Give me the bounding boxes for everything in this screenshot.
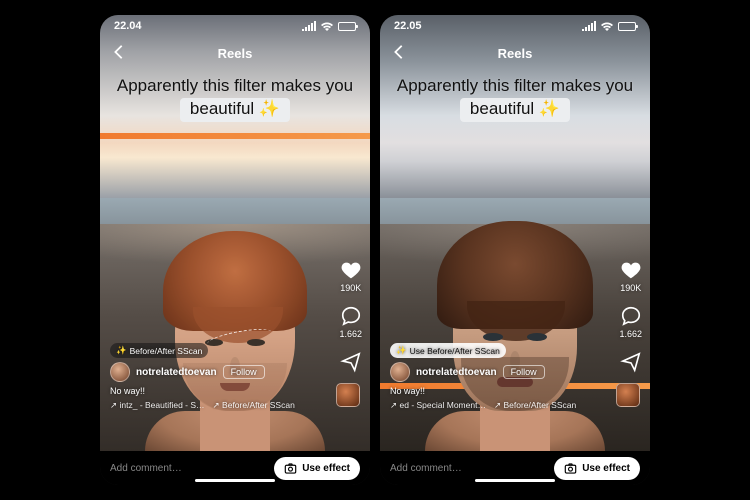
caption-pill: beautiful ✨	[180, 98, 290, 121]
avatar[interactable]	[110, 362, 130, 382]
wifi-icon	[320, 21, 334, 31]
comment-button[interactable]: 1.662	[339, 305, 362, 339]
home-indicator[interactable]	[475, 479, 555, 482]
status-time: 22.04	[114, 20, 142, 32]
like-button[interactable]: 190K	[620, 259, 642, 293]
effect-track[interactable]: ↗ Before/After SScan	[213, 400, 295, 411]
status-bar: 22.05	[380, 15, 650, 37]
audio-track[interactable]: ↗ intz_ - Beautified - S…	[110, 400, 205, 411]
effect-track[interactable]: ↗ Before/After SScan	[494, 400, 576, 411]
camera-icon	[284, 462, 297, 475]
header-title: Reels	[498, 46, 533, 61]
reel-metadata: ✨ Use Before/After SScan notrelatedtoeva…	[390, 343, 600, 411]
audio-track[interactable]: ↗ ed - Special Moment…	[390, 400, 486, 411]
effect-chip[interactable]: ✨ Before/After SScan	[110, 343, 208, 358]
reel-viewport[interactable]: Apparently this filter makes you beautif…	[100, 15, 370, 451]
back-button[interactable]	[390, 43, 408, 61]
header: Reels	[100, 39, 370, 67]
reel-metadata: ✨ Before/After SScan notrelatedtoevan Fo…	[110, 343, 320, 411]
overlay-caption: Apparently this filter makes you beautif…	[388, 75, 642, 122]
signal-icon	[582, 21, 596, 31]
like-count: 190K	[620, 283, 641, 293]
follow-button[interactable]: Follow	[223, 365, 265, 379]
use-effect-label: Use effect	[582, 463, 630, 474]
effect-chip-label: Use Before/After SScan	[410, 346, 500, 356]
battery-icon	[338, 22, 356, 31]
back-button[interactable]	[110, 43, 128, 61]
sparkle-icon: ✨	[116, 345, 127, 356]
caption-line1: Apparently this filter makes you	[117, 76, 353, 95]
sparkle-icon: ✨	[396, 345, 407, 356]
audio-tile[interactable]	[336, 383, 360, 407]
wifi-icon	[600, 21, 614, 31]
avatar[interactable]	[390, 362, 410, 382]
share-button[interactable]	[620, 351, 642, 373]
use-effect-button[interactable]: Use effect	[274, 457, 360, 480]
header: Reels	[380, 39, 650, 67]
status-time: 22.05	[394, 20, 422, 32]
follow-button[interactable]: Follow	[503, 365, 545, 379]
battery-icon	[618, 22, 636, 31]
action-rail: 190K 1.662	[619, 259, 642, 391]
username[interactable]: notrelatedtoevan	[136, 367, 217, 378]
effect-chip-label: Before/After SScan	[130, 346, 203, 356]
home-indicator[interactable]	[195, 479, 275, 482]
phone-screenshot-left: 22.04 Reels Apparently this filter makes…	[100, 15, 370, 485]
add-comment-input[interactable]: Add comment…	[390, 463, 462, 474]
caption-text: No way!!	[390, 386, 600, 396]
reel-viewport[interactable]: Apparently this filter makes you beautif…	[380, 15, 650, 451]
camera-icon	[564, 462, 577, 475]
caption-pill: beautiful ✨	[460, 98, 570, 121]
status-right	[582, 21, 636, 31]
caption-text: No way!!	[110, 386, 320, 396]
add-comment-input[interactable]: Add comment…	[110, 463, 182, 474]
comment-count: 1.662	[619, 329, 642, 339]
like-button[interactable]: 190K	[340, 259, 362, 293]
overlay-caption: Apparently this filter makes you beautif…	[108, 75, 362, 122]
status-bar: 22.04	[100, 15, 370, 37]
header-title: Reels	[218, 46, 253, 61]
signal-icon	[302, 21, 316, 31]
audio-tile[interactable]	[616, 383, 640, 407]
progress-bar	[100, 133, 370, 139]
status-right	[302, 21, 356, 31]
share-button[interactable]	[340, 351, 362, 373]
phone-screenshot-right: 22.05 Reels Apparently this filter makes…	[380, 15, 650, 485]
use-effect-label: Use effect	[302, 463, 350, 474]
like-count: 190K	[340, 283, 361, 293]
effect-chip[interactable]: ✨ Use Before/After SScan	[390, 343, 506, 358]
comment-count: 1.662	[339, 329, 362, 339]
action-rail: 190K 1.662	[339, 259, 362, 391]
comment-button[interactable]: 1.662	[619, 305, 642, 339]
use-effect-button[interactable]: Use effect	[554, 457, 640, 480]
username[interactable]: notrelatedtoevan	[416, 367, 497, 378]
caption-line1: Apparently this filter makes you	[397, 76, 633, 95]
